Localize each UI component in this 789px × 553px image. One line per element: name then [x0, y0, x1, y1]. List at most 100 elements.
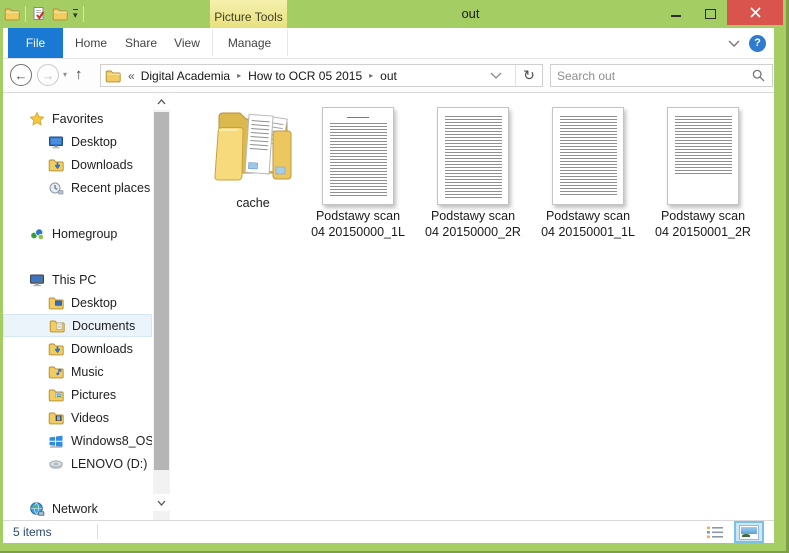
address-bar[interactable]: « Digital Academia ▸ How to OCR 05 2015 … — [100, 64, 543, 87]
sidebar-item-desktop-favorite[interactable]: Desktop — [3, 130, 152, 153]
page-text-lines — [445, 116, 502, 198]
search-input[interactable] — [551, 69, 752, 83]
explorer-app-icon[interactable] — [4, 6, 20, 22]
sidebar-scrollbar[interactable] — [153, 93, 170, 520]
navigation-pane: Favorites Desktop Downloads Recent place… — [3, 93, 170, 520]
breadcrumb-item[interactable]: out — [376, 69, 401, 83]
title-bar: ▾ Picture Tools out — [0, 0, 789, 28]
tab-manage[interactable]: Manage — [213, 28, 286, 58]
current-folder-icon — [105, 68, 121, 84]
large-icons-view-button[interactable] — [734, 521, 764, 543]
desktop-icon — [48, 134, 64, 150]
help-button[interactable]: ? — [749, 35, 766, 52]
sidebar-item-pictures[interactable]: Pictures — [3, 383, 152, 406]
status-bar: 5 items — [3, 520, 774, 543]
file-item-scan-0001-1l[interactable]: Podstawy scan 04 20150001_1L — [533, 103, 643, 253]
scanned-page-thumbnail — [437, 107, 509, 205]
sidebar-item-downloads[interactable]: Downloads — [3, 337, 152, 360]
tab-manage-label: Manage — [228, 36, 271, 50]
refresh-button[interactable]: ↻ — [515, 65, 542, 86]
tab-file-label: File — [26, 36, 45, 50]
address-dropdown-icon[interactable] — [477, 72, 515, 79]
search-icon[interactable] — [752, 69, 765, 82]
sidebar-item-label: Favorites — [52, 112, 103, 126]
maximize-button[interactable] — [693, 0, 727, 26]
desktop-folder-icon — [48, 295, 64, 311]
chevron-up-icon — [157, 99, 166, 105]
sidebar-item-label: Desktop — [71, 296, 117, 310]
back-button[interactable]: ← — [10, 64, 32, 86]
minimize-icon — [671, 15, 681, 17]
file-item-cache[interactable]: cache — [198, 103, 308, 253]
breadcrumb-separator-icon[interactable]: ▸ — [234, 71, 244, 80]
tab-separator — [287, 30, 288, 56]
sidebar-item-homegroup[interactable]: Homegroup — [3, 222, 152, 245]
sidebar-item-label: Recent places — [71, 181, 150, 195]
sidebar-item-recent-places[interactable]: Recent places — [3, 176, 152, 199]
app-area: File Home Share View Manage ? ← → ▾ ↑ « … — [3, 28, 774, 543]
scrollbar-thumb[interactable] — [154, 112, 169, 470]
address-toolbar: ← → ▾ ↑ « Digital Academia ▸ How to OCR … — [3, 59, 774, 93]
help-icon: ? — [754, 37, 761, 49]
file-item-scan-0000-2r[interactable]: Podstawy scan 04 20150000_2R — [418, 103, 528, 253]
scroll-up-button[interactable] — [153, 93, 170, 110]
customize-qat-caret-icon[interactable]: ▾ — [73, 9, 78, 19]
recent-locations-caret-icon[interactable]: ▾ — [63, 70, 67, 79]
sidebar-item-favorites[interactable]: Favorites — [3, 107, 152, 130]
close-icon — [750, 7, 761, 18]
search-box — [550, 64, 773, 87]
documents-folder-icon — [49, 318, 65, 334]
pictures-folder-icon — [48, 387, 64, 403]
sidebar-item-documents[interactable]: Documents — [3, 314, 152, 337]
file-item-scan-0001-2r[interactable]: Podstawy scan 04 20150001_2R — [648, 103, 758, 253]
tab-share[interactable]: Share — [117, 28, 165, 58]
tab-file[interactable]: File — [8, 28, 63, 58]
details-view-icon — [706, 525, 724, 540]
downloads-folder-icon — [48, 157, 64, 173]
breadcrumb-item[interactable]: How to OCR 05 2015 — [244, 69, 366, 83]
sidebar-item-this-pc[interactable]: This PC — [3, 268, 152, 291]
breadcrumb-separator-icon[interactable]: ▸ — [366, 71, 376, 80]
up-button[interactable]: ↑ — [75, 66, 83, 83]
downloads-folder-icon — [48, 341, 64, 357]
sidebar-item-music[interactable]: Music — [3, 360, 152, 383]
file-name-line2: 04 20150001_1L — [533, 225, 643, 241]
file-name-line1: Podstawy scan — [648, 209, 758, 225]
file-label: cache — [198, 196, 308, 212]
details-view-button[interactable] — [703, 523, 727, 541]
scanned-page-thumbnail — [322, 107, 394, 205]
sidebar-item-videos[interactable]: Videos — [3, 406, 152, 429]
tab-view[interactable]: View — [165, 28, 209, 58]
computer-icon — [29, 272, 45, 288]
back-arrow-icon: ← — [15, 68, 28, 83]
sidebar-item-label: Downloads — [71, 158, 133, 172]
breadcrumb-overflow-icon[interactable]: « — [126, 69, 137, 83]
sidebar-item-lenovo-drive[interactable]: LENOVO (D:) — [3, 452, 152, 475]
new-folder-icon[interactable] — [52, 6, 68, 22]
sidebar-item-label: Network — [52, 502, 98, 516]
file-name-line2: 04 20150000_1L — [303, 225, 413, 241]
file-name: cache — [198, 196, 308, 212]
file-name-line1: Podstawy scan — [533, 209, 643, 225]
properties-icon[interactable] — [31, 6, 47, 22]
sidebar-item-downloads-favorite[interactable]: Downloads — [3, 153, 152, 176]
contextual-tab-picture-tools: Picture Tools — [210, 0, 287, 28]
window-controls — [659, 0, 789, 26]
tab-home[interactable]: Home — [67, 28, 115, 58]
file-item-scan-0000-1l[interactable]: Podstawy scan 04 20150000_1L — [303, 103, 413, 253]
file-list: cache Podstawy scan 04 20150000_1L — [170, 93, 774, 520]
scroll-down-button[interactable] — [153, 494, 170, 511]
sidebar-item-desktop[interactable]: Desktop — [3, 291, 152, 314]
ribbon-tabs-row: File Home Share View Manage ? — [3, 28, 774, 59]
breadcrumb-item[interactable]: Digital Academia — [137, 69, 234, 83]
file-name-line1: Podstawy scan — [303, 209, 413, 225]
sidebar-item-windows-drive[interactable]: Windows8_OS (C:) — [3, 429, 152, 452]
file-label: Podstawy scan 04 20150001_1L — [533, 209, 643, 240]
sidebar-item-label: Downloads — [71, 342, 133, 356]
sidebar-item-label: Pictures — [71, 388, 116, 402]
forward-button[interactable]: → — [37, 64, 59, 86]
sidebar-item-network[interactable]: Network — [3, 497, 152, 520]
minimize-button[interactable] — [659, 0, 693, 26]
close-button[interactable] — [727, 0, 783, 25]
expand-ribbon-icon[interactable] — [728, 40, 740, 47]
